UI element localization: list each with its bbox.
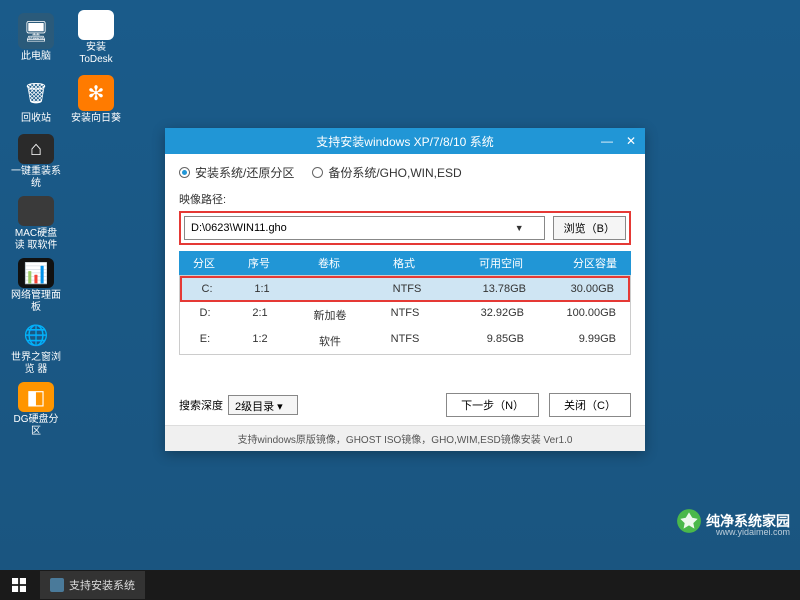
radio-icon [179, 167, 190, 178]
taskbar: 支持安装系统 [0, 570, 800, 600]
desktop-icon-onekey-install[interactable]: ⌂一键重装系统 [8, 132, 64, 192]
icon-label: 一键重装系统 [10, 166, 62, 190]
drive-table: 分区 序号 卷标 格式 可用空间 分区容量 C:1:1NTFS13.78GB30… [179, 251, 631, 355]
table-row[interactable]: E:1:2软件NTFS9.85GB9.99GB [180, 328, 630, 354]
watermark-logo-icon [676, 508, 702, 534]
desktop-icon-mac-disk[interactable]: MAC硬盘读 取软件 [8, 194, 64, 254]
desktop-icon-this-pc[interactable]: 🖥 此电脑 [8, 8, 64, 68]
th-drive: 分区 [179, 251, 229, 275]
image-path-input[interactable]: D:\0623\WIN11.gho ▼ [184, 216, 545, 240]
this-pc-icon: 🖥 [18, 13, 54, 49]
browse-button[interactable]: 浏览（B） [553, 216, 626, 240]
dialog-footer: 支持windows原版镜像，GHOST ISO镜像，GHO,WIM,ESD镜像安… [165, 425, 645, 451]
desktop-icon-todesk[interactable]: 安装ToDesk [68, 8, 124, 68]
dg-partition-icon: ◧ [18, 382, 54, 412]
desktop-icon-dg-partition[interactable]: ◧DG硬盘分区 [8, 380, 64, 440]
sunflower-icon: ✻ [78, 75, 114, 111]
mac-disk-icon [18, 196, 54, 226]
icon-label: DG硬盘分区 [10, 414, 62, 438]
table-row[interactable]: D:2:1新加卷NTFS32.92GB100.00GB [180, 302, 630, 328]
start-button[interactable] [0, 570, 38, 600]
th-num: 序号 [229, 251, 289, 275]
tab-backup[interactable]: 备份系统/GHO,WIN,ESD [312, 164, 461, 181]
todesk-icon [78, 10, 114, 40]
dialog-titlebar[interactable]: 支持安装windows XP/7/8/10 系统 — ✕ [165, 128, 645, 154]
th-label: 卷标 [289, 251, 369, 275]
network-panel-icon: 📊 [18, 258, 54, 288]
onekey-install-icon: ⌂ [18, 134, 54, 164]
icon-label: 安装ToDesk [70, 42, 122, 66]
icon-label: 此电脑 [21, 51, 51, 63]
th-free: 可用空间 [439, 251, 529, 275]
icon-label: 安装向日葵 [71, 113, 121, 125]
next-button[interactable]: 下一步（N） [446, 393, 539, 417]
install-dialog: 支持安装windows XP/7/8/10 系统 — ✕ 安装系统/还原分区 备… [165, 128, 645, 451]
world-browser-icon: 🌐 [18, 320, 54, 350]
dropdown-icon: ▼ [515, 223, 524, 233]
desktop-icon-world-browser[interactable]: 🌐世界之窗浏览 器 [8, 318, 64, 378]
windows-icon [12, 578, 26, 592]
task-app-icon [50, 578, 64, 592]
depth-select[interactable]: 2级目录 ▾ [228, 395, 298, 415]
icon-label: 网络管理面板 [10, 290, 62, 314]
dialog-title: 支持安装windows XP/7/8/10 系统 [316, 133, 493, 150]
tab-install[interactable]: 安装系统/还原分区 [179, 164, 294, 181]
watermark-url: www.yidaimei.com [716, 527, 790, 537]
recycle-bin-icon: 🗑 [18, 75, 54, 111]
th-size: 分区容量 [529, 251, 631, 275]
close-icon[interactable]: ✕ [623, 134, 639, 148]
icon-label: 回收站 [21, 113, 51, 125]
taskbar-item-installer[interactable]: 支持安装系统 [40, 571, 145, 599]
path-label: 映像路径: [179, 191, 631, 207]
desktop-icon-sunflower[interactable]: ✻ 安装向日葵 [68, 70, 124, 130]
depth-label: 搜索深度 [179, 397, 223, 413]
desktop-icon-network-panel[interactable]: 📊网络管理面板 [8, 256, 64, 316]
desktop-icon-recycle-bin[interactable]: 🗑 回收站 [8, 70, 64, 130]
icon-label: MAC硬盘读 取软件 [10, 228, 62, 252]
path-highlight: D:\0623\WIN11.gho ▼ 浏览（B） [179, 211, 631, 245]
minimize-icon[interactable]: — [599, 134, 615, 148]
close-button[interactable]: 关闭（C） [549, 393, 631, 417]
th-fmt: 格式 [369, 251, 439, 275]
icon-label: 世界之窗浏览 器 [10, 352, 62, 376]
table-row[interactable]: C:1:1NTFS13.78GB30.00GB [182, 278, 628, 300]
radio-icon [312, 167, 323, 178]
